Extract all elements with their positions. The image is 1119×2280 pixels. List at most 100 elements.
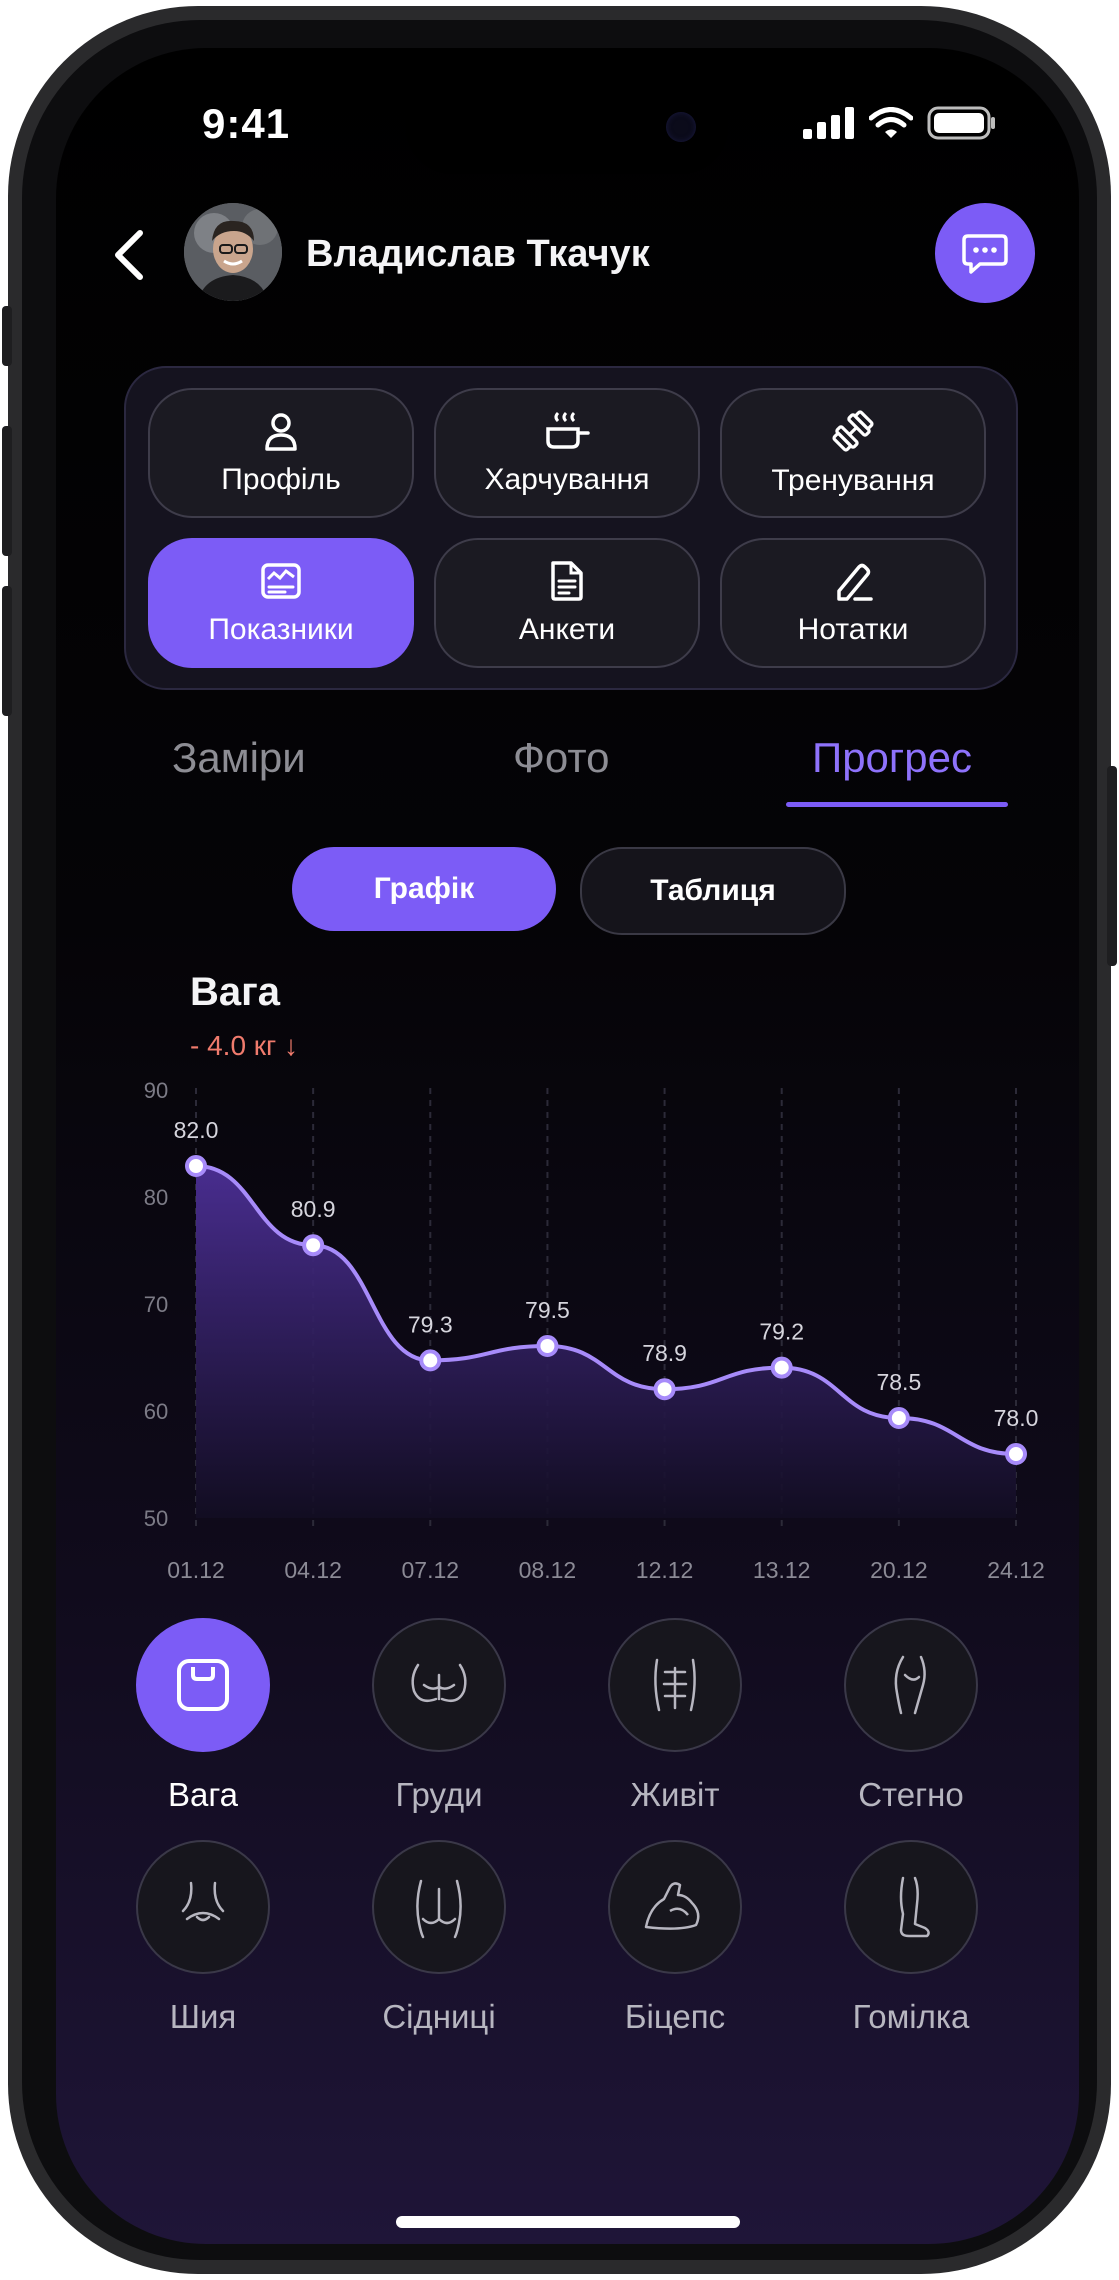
category-label: Біцепс [624, 1998, 726, 2035]
category-icon-circle [136, 1618, 270, 1752]
category-shin[interactable]: Гомілка [836, 1840, 986, 2036]
tab-bar: Заміри Фото Прогрес [56, 728, 1079, 808]
category-icon-circle [608, 1840, 742, 1974]
data-label: 79.3 [408, 1311, 453, 1337]
x-tick-label: 01.12 [167, 1557, 225, 1583]
x-axis: 01.12 04.12 07.12 08.12 12.12 13.12 20.12 24.12 [167, 1557, 1045, 1583]
category-label: Груди [395, 1776, 483, 1813]
pencil-icon [837, 563, 873, 601]
cooking-pot-icon [546, 411, 590, 449]
category-label: Вага [167, 1776, 239, 1813]
data-label: 78.0 [994, 1405, 1039, 1431]
abs-icon [654, 1658, 696, 1712]
cellular-signal-icon [803, 107, 854, 139]
x-tick-label: 07.12 [402, 1557, 460, 1583]
app-screen: 9:41 Владислав Ткачук Профіль Харчування… [56, 48, 1079, 2244]
chat-button[interactable] [935, 203, 1035, 303]
side-button [2, 306, 12, 366]
thigh-icon [894, 1655, 926, 1715]
weight-change: - 4.0 кг ↓ [190, 1030, 299, 1061]
y-tick-label: 90 [144, 1078, 168, 1103]
data-point[interactable] [302, 1234, 325, 1257]
camera-icon [666, 112, 696, 142]
home-indicator[interactable] [396, 2216, 740, 2228]
data-label: 78.9 [642, 1340, 687, 1366]
data-label: 78.5 [876, 1369, 921, 1395]
power-button [1107, 766, 1117, 966]
status-time: 9:41 [202, 100, 291, 147]
tab-measurements[interactable]: Заміри [172, 734, 306, 782]
y-tick-label: 70 [144, 1292, 168, 1317]
category-label: Сідниці [382, 1998, 496, 2035]
x-tick-label: 20.12 [870, 1557, 928, 1583]
menu-indicators-button[interactable]: Показники [148, 538, 414, 668]
scale-icon [177, 1659, 229, 1711]
neck-icon [181, 1881, 225, 1922]
menu-label: Показники [208, 613, 354, 646]
category-neck[interactable]: Шия [128, 1840, 278, 2036]
chest-icon [411, 1663, 467, 1702]
view-table-button[interactable]: Таблиця [580, 847, 846, 935]
back-arrow-icon[interactable] [100, 225, 160, 285]
tab-progress[interactable]: Прогрес [812, 734, 972, 782]
y-tick-label: 50 [144, 1506, 168, 1531]
menu-label: Нотатки [797, 613, 909, 646]
bicep-icon [644, 1882, 700, 1930]
category-label: Живіт [630, 1776, 720, 1813]
status-icons [803, 106, 997, 140]
data-label: 82.0 [174, 1117, 219, 1143]
document-icon [551, 561, 583, 601]
data-point[interactable] [887, 1407, 910, 1429]
x-tick-label: 13.12 [753, 1557, 811, 1583]
x-tick-label: 08.12 [519, 1557, 577, 1583]
data-point[interactable] [770, 1356, 793, 1379]
category-icon-circle [844, 1618, 978, 1752]
category-weight[interactable]: Вага [128, 1618, 278, 1814]
category-glutes[interactable]: Сідниці [364, 1840, 514, 2036]
category-belly[interactable]: Живіт [600, 1618, 750, 1814]
category-chest[interactable]: Груди [364, 1618, 514, 1814]
x-tick-label: 12.12 [636, 1557, 694, 1583]
data-point[interactable] [185, 1155, 207, 1177]
weight-chart: 90 80 70 60 50 82.0 80.9 79.3 79.5 78.9 79.2 78.5 7… [144, 1078, 1045, 1583]
menu-label: Тренування [771, 464, 935, 497]
menu-profile-button[interactable]: Профіль [148, 388, 414, 518]
user-photo-icon [184, 203, 282, 301]
category-biceps[interactable]: Біцепс [600, 1840, 750, 2036]
tab-photo[interactable]: Фото [513, 734, 610, 782]
header: Владислав Ткачук [56, 203, 1079, 303]
category-icon-circle [136, 1840, 270, 1974]
chart-title: Вага [190, 970, 281, 1014]
y-tick-label: 80 [144, 1185, 168, 1210]
data-point[interactable] [653, 1378, 676, 1401]
menu-notes-button[interactable]: Нотатки [720, 538, 986, 668]
category-thigh[interactable]: Стегно [836, 1618, 986, 1814]
x-tick-label: 24.12 [987, 1557, 1045, 1583]
menu-questionnaires-button[interactable]: Анкети [434, 538, 700, 668]
data-label: 79.2 [759, 1319, 804, 1345]
y-tick-label: 60 [144, 1399, 168, 1424]
data-point[interactable] [536, 1335, 559, 1357]
category-label: Шия [169, 1998, 237, 2035]
menu-label: Харчування [484, 463, 650, 496]
data-label: 80.9 [291, 1196, 336, 1222]
menu-label: Профіль [221, 463, 341, 496]
section-menu: Профіль Харчування Тренування Показники … [124, 366, 1018, 690]
data-point[interactable] [419, 1349, 442, 1372]
user-name: Владислав Ткачук [306, 233, 650, 275]
glutes-icon [416, 1879, 462, 1939]
menu-nutrition-button[interactable]: Харчування [434, 388, 700, 518]
category-icon-circle [844, 1840, 978, 1974]
view-chart-button[interactable]: Графік [292, 847, 556, 931]
volume-up-button [2, 426, 12, 556]
dynamic-island [406, 80, 728, 174]
y-axis: 90 80 70 60 50 [144, 1078, 168, 1531]
menu-training-button[interactable]: Тренування [720, 388, 986, 518]
category-icon-circle [608, 1618, 742, 1752]
avatar[interactable] [184, 203, 282, 301]
data-point[interactable] [1005, 1443, 1027, 1465]
menu-label: Анкети [518, 613, 616, 646]
shin-icon [899, 1876, 930, 1938]
dumbbell-icon [832, 410, 874, 452]
wifi-icon [869, 107, 913, 138]
